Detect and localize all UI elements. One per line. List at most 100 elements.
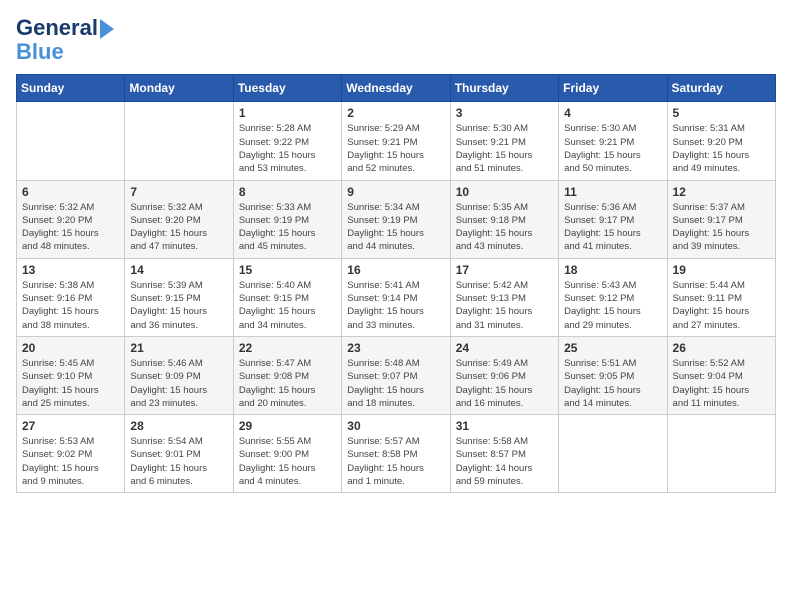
calendar-cell: 9Sunrise: 5:34 AM Sunset: 9:19 PM Daylig…: [342, 180, 450, 258]
day-info: Sunrise: 5:58 AM Sunset: 8:57 PM Dayligh…: [456, 435, 553, 488]
calendar-cell: 18 Sunrise: 5:43 AM Sunset: 9:12 PM Dayli…: [559, 258, 667, 336]
logo-text-blue: Blue: [16, 40, 64, 64]
day-info: Sunrise: 5:32 AM Sunset: 9:20 PM Dayligh…: [22, 201, 119, 254]
calendar-cell: 15 Sunrise: 5:40 AM Sunset: 9:15 PM Dayli…: [233, 258, 341, 336]
day-info: Sunrise: 5:36 AM Sunset: 9:17 PM Dayligh…: [564, 201, 661, 254]
calendar-body: 1 Sunrise: 5:28 AM Sunset: 9:22 PM Daylig…: [17, 102, 776, 493]
day-info: Sunrise: 5:30 AM Sunset: 9:21 PM Dayligh…: [564, 122, 661, 175]
weekday-header-wednesday: Wednesday: [342, 75, 450, 102]
day-info: Sunrise: 5:38 AM Sunset: 9:16 PM Dayligh…: [22, 279, 119, 332]
day-number: 2: [347, 106, 444, 120]
day-info: Sunrise: 5:28 AM Sunset: 9:22 PM Dayligh…: [239, 122, 336, 175]
calendar-cell: 30 Sunrise: 5:57 AM Sunset: 8:58 PM Dayli…: [342, 415, 450, 493]
calendar-cell: 4 Sunrise: 5:30 AM Sunset: 9:21 PM Daylig…: [559, 102, 667, 180]
calendar-cell: 27 Sunrise: 5:53 AM Sunset: 9:02 PM Dayli…: [17, 415, 125, 493]
calendar-cell: 31Sunrise: 5:58 AM Sunset: 8:57 PM Dayli…: [450, 415, 558, 493]
day-info: Sunrise: 5:51 AM Sunset: 9:05 PM Dayligh…: [564, 357, 661, 410]
calendar-week-row: 1 Sunrise: 5:28 AM Sunset: 9:22 PM Daylig…: [17, 102, 776, 180]
day-number: 16: [347, 263, 444, 277]
calendar-cell: 23 Sunrise: 5:48 AM Sunset: 9:07 PM Dayli…: [342, 336, 450, 414]
day-number: 27: [22, 419, 119, 433]
calendar-cell: 28 Sunrise: 5:54 AM Sunset: 9:01 PM Dayli…: [125, 415, 233, 493]
weekday-header-monday: Monday: [125, 75, 233, 102]
day-info: Sunrise: 5:37 AM Sunset: 9:17 PM Dayligh…: [673, 201, 770, 254]
day-info: Sunrise: 5:29 AM Sunset: 9:21 PM Dayligh…: [347, 122, 444, 175]
calendar-cell: 17Sunrise: 5:42 AM Sunset: 9:13 PM Dayli…: [450, 258, 558, 336]
calendar-week-row: 20 Sunrise: 5:45 AM Sunset: 9:10 PM Dayli…: [17, 336, 776, 414]
calendar-cell: 21 Sunrise: 5:46 AM Sunset: 9:09 PM Dayli…: [125, 336, 233, 414]
day-info: Sunrise: 5:33 AM Sunset: 9:19 PM Dayligh…: [239, 201, 336, 254]
day-number: 30: [347, 419, 444, 433]
day-info: Sunrise: 5:55 AM Sunset: 9:00 PM Dayligh…: [239, 435, 336, 488]
day-info: Sunrise: 5:35 AM Sunset: 9:18 PM Dayligh…: [456, 201, 553, 254]
calendar-cell: 25 Sunrise: 5:51 AM Sunset: 9:05 PM Dayli…: [559, 336, 667, 414]
day-number: 21: [130, 341, 227, 355]
day-number: 11: [564, 185, 661, 199]
calendar-cell: [17, 102, 125, 180]
day-info: Sunrise: 5:57 AM Sunset: 8:58 PM Dayligh…: [347, 435, 444, 488]
day-number: 24: [456, 341, 553, 355]
calendar-cell: 3 Sunrise: 5:30 AM Sunset: 9:21 PM Daylig…: [450, 102, 558, 180]
calendar-week-row: 13 Sunrise: 5:38 AM Sunset: 9:16 PM Dayli…: [17, 258, 776, 336]
weekday-header-sunday: Sunday: [17, 75, 125, 102]
day-number: 14: [130, 263, 227, 277]
calendar-cell: 10 Sunrise: 5:35 AM Sunset: 9:18 PM Dayli…: [450, 180, 558, 258]
day-number: 28: [130, 419, 227, 433]
calendar-week-row: 27 Sunrise: 5:53 AM Sunset: 9:02 PM Dayli…: [17, 415, 776, 493]
weekday-header-friday: Friday: [559, 75, 667, 102]
day-number: 20: [22, 341, 119, 355]
day-number: 19: [673, 263, 770, 277]
day-number: 4: [564, 106, 661, 120]
calendar-cell: 16 Sunrise: 5:41 AM Sunset: 9:14 PM Dayli…: [342, 258, 450, 336]
calendar-cell: 29 Sunrise: 5:55 AM Sunset: 9:00 PM Dayli…: [233, 415, 341, 493]
calendar-cell: 14Sunrise: 5:39 AM Sunset: 9:15 PM Dayli…: [125, 258, 233, 336]
day-info: Sunrise: 5:54 AM Sunset: 9:01 PM Dayligh…: [130, 435, 227, 488]
calendar-cell: [559, 415, 667, 493]
day-number: 25: [564, 341, 661, 355]
day-number: 5: [673, 106, 770, 120]
day-info: Sunrise: 5:44 AM Sunset: 9:11 PM Dayligh…: [673, 279, 770, 332]
day-info: Sunrise: 5:42 AM Sunset: 9:13 PM Dayligh…: [456, 279, 553, 332]
logo: General Blue: [16, 16, 114, 64]
day-info: Sunrise: 5:30 AM Sunset: 9:21 PM Dayligh…: [456, 122, 553, 175]
calendar-cell: 11 Sunrise: 5:36 AM Sunset: 9:17 PM Dayli…: [559, 180, 667, 258]
calendar-cell: 7Sunrise: 5:32 AM Sunset: 9:20 PM Daylig…: [125, 180, 233, 258]
day-number: 3: [456, 106, 553, 120]
day-info: Sunrise: 5:32 AM Sunset: 9:20 PM Dayligh…: [130, 201, 227, 254]
day-number: 15: [239, 263, 336, 277]
page-header: General Blue: [16, 16, 776, 64]
day-number: 1: [239, 106, 336, 120]
calendar-cell: 24Sunrise: 5:49 AM Sunset: 9:06 PM Dayli…: [450, 336, 558, 414]
calendar-cell: 26Sunrise: 5:52 AM Sunset: 9:04 PM Dayli…: [667, 336, 775, 414]
day-number: 8: [239, 185, 336, 199]
calendar-cell: [667, 415, 775, 493]
day-info: Sunrise: 5:46 AM Sunset: 9:09 PM Dayligh…: [130, 357, 227, 410]
weekday-header-row: SundayMondayTuesdayWednesdayThursdayFrid…: [17, 75, 776, 102]
day-info: Sunrise: 5:48 AM Sunset: 9:07 PM Dayligh…: [347, 357, 444, 410]
day-number: 18: [564, 263, 661, 277]
day-number: 13: [22, 263, 119, 277]
day-number: 29: [239, 419, 336, 433]
day-info: Sunrise: 5:41 AM Sunset: 9:14 PM Dayligh…: [347, 279, 444, 332]
calendar-cell: 6 Sunrise: 5:32 AM Sunset: 9:20 PM Daylig…: [17, 180, 125, 258]
day-info: Sunrise: 5:45 AM Sunset: 9:10 PM Dayligh…: [22, 357, 119, 410]
calendar-week-row: 6 Sunrise: 5:32 AM Sunset: 9:20 PM Daylig…: [17, 180, 776, 258]
day-number: 10: [456, 185, 553, 199]
calendar-cell: 22Sunrise: 5:47 AM Sunset: 9:08 PM Dayli…: [233, 336, 341, 414]
day-info: Sunrise: 5:34 AM Sunset: 9:19 PM Dayligh…: [347, 201, 444, 254]
day-number: 23: [347, 341, 444, 355]
day-info: Sunrise: 5:53 AM Sunset: 9:02 PM Dayligh…: [22, 435, 119, 488]
day-number: 6: [22, 185, 119, 199]
day-info: Sunrise: 5:52 AM Sunset: 9:04 PM Dayligh…: [673, 357, 770, 410]
weekday-header-saturday: Saturday: [667, 75, 775, 102]
calendar-cell: 12Sunrise: 5:37 AM Sunset: 9:17 PM Dayli…: [667, 180, 775, 258]
day-info: Sunrise: 5:40 AM Sunset: 9:15 PM Dayligh…: [239, 279, 336, 332]
day-info: Sunrise: 5:43 AM Sunset: 9:12 PM Dayligh…: [564, 279, 661, 332]
calendar-table: SundayMondayTuesdayWednesdayThursdayFrid…: [16, 74, 776, 493]
calendar-cell: 8 Sunrise: 5:33 AM Sunset: 9:19 PM Daylig…: [233, 180, 341, 258]
calendar-cell: 2 Sunrise: 5:29 AM Sunset: 9:21 PM Daylig…: [342, 102, 450, 180]
calendar-cell: 19 Sunrise: 5:44 AM Sunset: 9:11 PM Dayli…: [667, 258, 775, 336]
logo-arrow-icon: [100, 19, 114, 39]
logo-text-general: General: [16, 16, 98, 40]
day-info: Sunrise: 5:31 AM Sunset: 9:20 PM Dayligh…: [673, 122, 770, 175]
